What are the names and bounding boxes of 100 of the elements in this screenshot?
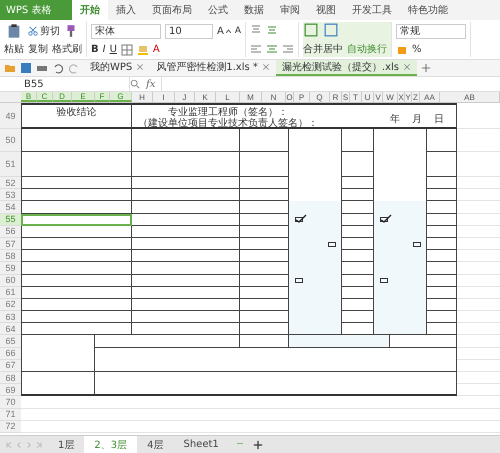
sheet-tab[interactable]: 4层	[137, 436, 174, 453]
row-header[interactable]: 58	[0, 250, 21, 262]
column-header[interactable]: X	[398, 92, 405, 102]
column-header[interactable]: V	[374, 92, 383, 102]
column-header[interactable]: E	[72, 92, 95, 102]
menu-tab[interactable]: 视图	[308, 0, 344, 20]
font-name-dropdown[interactable]: 宋体	[91, 24, 161, 38]
column-header[interactable]: S	[342, 92, 350, 102]
row-header[interactable]: 67	[0, 360, 21, 372]
row-header[interactable]: 66	[0, 348, 21, 360]
document-tab[interactable]: 漏光检测试验（提交）.xls	[276, 60, 417, 76]
column-header[interactable]: J	[175, 92, 195, 102]
column-header[interactable]: F	[95, 92, 110, 102]
row-header[interactable]: 57	[0, 238, 21, 250]
sheet-tab[interactable]: Sheet1	[173, 436, 229, 453]
function-button[interactable]: fx	[140, 78, 162, 90]
row-header[interactable]: 59	[0, 262, 21, 274]
merge-center-button[interactable]: 合并居中	[303, 42, 344, 56]
document-tab[interactable]: 我的WPS	[84, 60, 150, 76]
column-header[interactable]: Z	[412, 92, 420, 102]
paste-button[interactable]: 粘贴	[4, 42, 24, 56]
column-header[interactable]: R	[330, 92, 342, 102]
row-header[interactable]: 60	[0, 274, 21, 287]
column-header[interactable]: W	[383, 92, 398, 102]
add-sheet-icon[interactable]	[252, 440, 263, 450]
underline-button[interactable]: U	[110, 44, 117, 55]
sheet-tab[interactable]: 2、3层	[84, 436, 138, 453]
grow-font-button[interactable]: A	[217, 26, 231, 36]
menu-tab[interactable]: 审阅	[272, 0, 308, 20]
column-header[interactable]: B	[21, 92, 37, 102]
row-header[interactable]: 72	[0, 420, 21, 433]
column-header[interactable]: H	[132, 92, 153, 102]
row-header[interactable]: 71	[0, 408, 21, 421]
selected-cell[interactable]	[21, 214, 132, 226]
checkbox[interactable]	[413, 242, 421, 247]
zoom-icon[interactable]	[130, 79, 140, 89]
menu-tab[interactable]: 数据	[236, 0, 272, 20]
shrink-font-button[interactable]: A	[234, 26, 242, 36]
font-color-button[interactable]: A	[152, 44, 160, 55]
italic-button[interactable]: I	[102, 44, 106, 55]
menu-tab[interactable]: 插入	[108, 0, 144, 20]
align-left-icon[interactable]	[250, 42, 262, 55]
row-header[interactable]: 49	[0, 103, 21, 129]
percent-button[interactable]: %	[412, 44, 422, 55]
menu-tab[interactable]: 特色功能	[400, 0, 456, 20]
column-header[interactable]: O	[286, 92, 294, 102]
bold-button[interactable]: B	[91, 44, 99, 55]
row-header[interactable]: 51	[0, 152, 21, 177]
column-header[interactable]: T	[350, 92, 362, 102]
name-box[interactable]: B55	[0, 77, 130, 91]
row-header[interactable]: 68	[0, 372, 21, 384]
row-header[interactable]: 62	[0, 298, 21, 312]
column-header[interactable]: Y	[405, 92, 412, 102]
column-header[interactable]: AA	[420, 92, 440, 102]
app-menu-button[interactable]: WPS 表格	[0, 0, 72, 20]
row-header[interactable]: 61	[0, 286, 21, 299]
checkbox[interactable]	[328, 242, 336, 247]
column-header[interactable]: I	[153, 92, 175, 102]
row-header[interactable]: 53	[0, 189, 21, 202]
cut-button[interactable]: 剪切	[28, 24, 60, 38]
menu-tab[interactable]: 公式	[200, 0, 236, 20]
row-header[interactable]: 64	[0, 323, 21, 336]
column-header[interactable]: Q	[310, 92, 330, 102]
fill-color-icon[interactable]	[136, 44, 149, 56]
wrap-text-button[interactable]: 自动换行	[347, 42, 388, 56]
font-size-dropdown[interactable]: 10	[165, 24, 213, 38]
row-header[interactable]: 55	[0, 214, 21, 226]
number-format-dropdown[interactable]: 常规	[396, 24, 466, 38]
row-header[interactable]: 56	[0, 226, 21, 238]
row-header[interactable]: 54	[0, 201, 21, 214]
menu-tab[interactable]: 页面布局	[144, 0, 200, 20]
align-right-icon[interactable]	[282, 42, 294, 55]
menu-tab[interactable]: 开始	[72, 0, 108, 20]
column-header[interactable]: M	[240, 92, 262, 102]
row-header[interactable]: 63	[0, 311, 21, 324]
row-header[interactable]: 69	[0, 384, 21, 396]
column-header[interactable]: L	[216, 92, 240, 102]
align-center-icon[interactable]	[266, 42, 278, 55]
align-middle-icon[interactable]	[266, 24, 278, 36]
column-header[interactable]: C	[37, 92, 53, 102]
row-header[interactable]: 70	[0, 396, 21, 409]
row-header[interactable]: 52	[0, 177, 21, 190]
column-header[interactable]: AB	[440, 92, 500, 102]
column-header[interactable]: P	[294, 92, 310, 102]
column-header[interactable]: D	[53, 92, 72, 102]
border-icon[interactable]	[120, 44, 133, 56]
row-header[interactable]: 65	[0, 335, 21, 348]
menu-tab[interactable]: 开发工具	[344, 0, 400, 20]
column-header[interactable]: G	[110, 92, 132, 102]
column-header[interactable]: U	[362, 92, 374, 102]
checkbox[interactable]	[380, 278, 388, 284]
column-header[interactable]: K	[195, 92, 216, 102]
copy-button[interactable]: 复制	[28, 42, 48, 56]
column-header[interactable]: N	[262, 92, 286, 102]
checkbox[interactable]	[295, 278, 303, 284]
format-painter-button[interactable]: 格式刷	[52, 42, 82, 56]
row-header[interactable]: 50	[0, 129, 21, 152]
sheet-tab[interactable]: 1层	[48, 436, 84, 453]
document-tab[interactable]: 风管严密性检测1.xls *	[150, 60, 276, 76]
undo-icon[interactable]	[52, 62, 64, 74]
